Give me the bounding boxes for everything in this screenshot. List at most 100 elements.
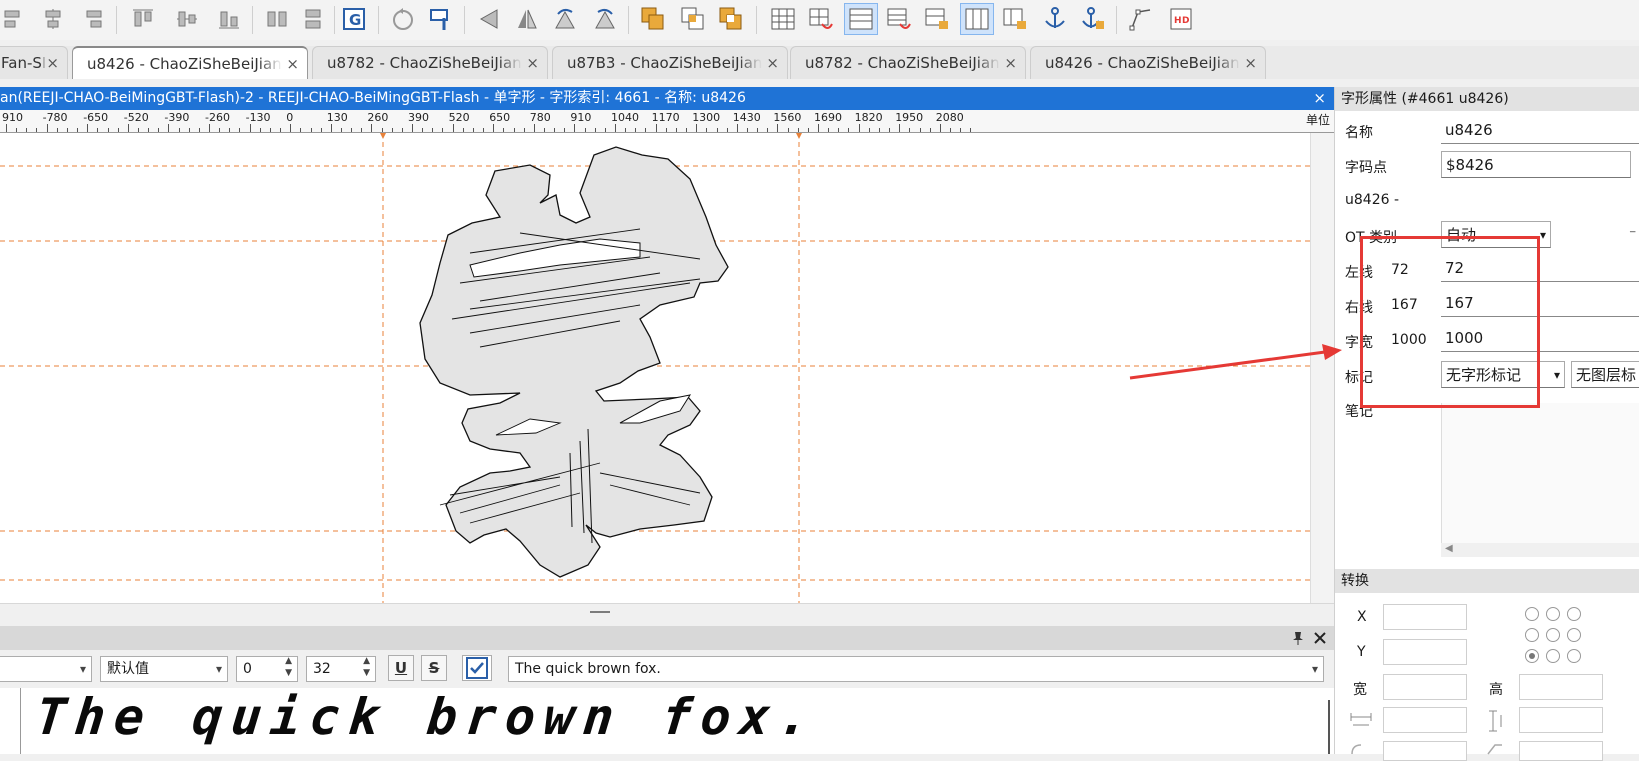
close-icon[interactable]: ×: [46, 54, 59, 72]
anchor-icon[interactable]: [1040, 3, 1070, 35]
ruler-tick: [574, 124, 576, 132]
distribute-horizontal-icon[interactable]: [262, 3, 292, 35]
origin-dot[interactable]: [1567, 628, 1581, 642]
height-input[interactable]: [1519, 674, 1603, 700]
style-select[interactable]: 默认值 ▾: [100, 656, 228, 682]
align-bottom-icon[interactable]: [214, 3, 244, 35]
close-icon[interactable]: ×: [766, 54, 779, 72]
close-icon[interactable]: ×: [286, 55, 299, 73]
subtract-icon[interactable]: [716, 3, 746, 35]
underline-button[interactable]: U: [388, 655, 414, 681]
stepper-arrows-icon[interactable]: ▲ ▼: [285, 657, 292, 679]
grid-horizontal-icon[interactable]: [844, 3, 878, 35]
x-input[interactable]: [1383, 604, 1467, 630]
intersect-icon[interactable]: [678, 3, 708, 35]
strikethrough-button[interactable]: S: [421, 655, 447, 681]
origin-dot[interactable]: [1546, 628, 1560, 642]
left-bearing-marker[interactable]: [380, 133, 386, 139]
right-bearing-field[interactable]: 167: [1441, 290, 1639, 317]
tab-document-2[interactable]: u8426 - ChaoZiSheBeiJianFa ×: [72, 46, 308, 79]
align-left-icon[interactable]: [0, 3, 30, 35]
skew-input[interactable]: [1519, 741, 1603, 761]
grid-lock-icon[interactable]: [922, 3, 952, 35]
origin-dot[interactable]: [1525, 628, 1539, 642]
tab-document-5[interactable]: u8782 - ChaoZiSheBeiJianFa ×: [790, 46, 1026, 79]
align-middle-icon[interactable]: [172, 3, 202, 35]
scale-x-input[interactable]: [1383, 707, 1467, 733]
tab-document-6[interactable]: u8426 - ChaoZiSheBeiJianFa ×: [1030, 46, 1266, 79]
transform-icon[interactable]: [426, 3, 456, 35]
rotate-left-icon[interactable]: [550, 3, 580, 35]
glyph-mark-select[interactable]: 无字形标记 ▾: [1441, 361, 1565, 388]
rotate-right-icon[interactable]: [590, 3, 620, 35]
ruler-tick: [848, 128, 850, 132]
layer-mark-select[interactable]: 无图层标: [1571, 361, 1639, 388]
right-bearing-label: 右线: [1345, 300, 1373, 316]
width-input[interactable]: [1383, 674, 1467, 700]
advance-width-field[interactable]: 1000: [1441, 325, 1639, 352]
name-field[interactable]: u8426: [1441, 117, 1639, 144]
grid-vertical-icon[interactable]: [960, 3, 994, 35]
ruler-tick: [878, 128, 880, 132]
flip-icon[interactable]: [512, 3, 542, 35]
spacing-stepper[interactable]: 0 ▲ ▼: [236, 656, 298, 682]
snap-icon[interactable]: HD: [1166, 3, 1196, 35]
tab-document-4[interactable]: u87B3 - ChaoZiSheBeiJianFa ×: [552, 46, 788, 79]
grid-remove-icon[interactable]: [806, 3, 836, 35]
stepper-arrows-icon[interactable]: ▲ ▼: [363, 657, 370, 679]
preview-scrollbar[interactable]: [1328, 700, 1330, 754]
canvas-scrollbar[interactable]: [1310, 133, 1335, 603]
path-tool-icon[interactable]: [1126, 3, 1156, 35]
grid-remove-horizontal-icon[interactable]: [884, 3, 914, 35]
size-stepper[interactable]: 32 ▲ ▼: [306, 656, 376, 682]
close-icon[interactable]: ×: [1244, 54, 1257, 72]
grid-lock-vertical-icon[interactable]: [1000, 3, 1030, 35]
distribute-vertical-icon[interactable]: [298, 3, 328, 35]
ruler-label: 260: [367, 111, 389, 124]
spacing-value: 0: [243, 661, 252, 677]
grid-icon[interactable]: [768, 3, 798, 35]
ruler-label: 1950: [895, 111, 924, 124]
codepoint-field[interactable]: $8426: [1441, 151, 1631, 178]
tab-document-3[interactable]: u8782 - ChaoZiSheBeiJianFa ×: [312, 46, 548, 79]
ruler-label: 1040: [611, 111, 639, 124]
preview-text-area[interactable]: The quick brown fox.: [0, 688, 1334, 754]
flip-left-icon[interactable]: [474, 3, 504, 35]
close-icon[interactable]: ×: [526, 54, 539, 72]
right-bearing-marker[interactable]: [796, 133, 802, 139]
origin-dot[interactable]: [1525, 607, 1539, 621]
tab-document-1[interactable]: Fan-SI ×: [0, 46, 68, 79]
ot-class-select[interactable]: 自动 ▾: [1441, 221, 1551, 248]
origin-dot-selected[interactable]: [1525, 649, 1539, 663]
rotate-icon[interactable]: [388, 3, 418, 35]
scale-y-input[interactable]: [1519, 707, 1603, 733]
close-icon[interactable]: [1314, 632, 1326, 644]
align-center-icon[interactable]: [38, 3, 68, 35]
ruler-tick: [543, 128, 545, 132]
y-input[interactable]: [1383, 639, 1467, 665]
origin-dot[interactable]: [1546, 607, 1560, 621]
sample-text-select[interactable]: The quick brown fox. ▾: [508, 656, 1324, 682]
close-icon[interactable]: ×: [1004, 54, 1017, 72]
origin-dot[interactable]: [1567, 649, 1581, 663]
glyph-canvas[interactable]: [0, 133, 1310, 603]
grip-icon[interactable]: [590, 609, 610, 615]
glyph-reference-icon[interactable]: G: [340, 3, 370, 35]
notes-scrollbar[interactable]: ◀: [1441, 543, 1639, 557]
glyph-outline[interactable]: [419, 146, 729, 578]
origin-dot[interactable]: [1567, 607, 1581, 621]
union-icon[interactable]: [638, 3, 668, 35]
left-bearing-field[interactable]: 72: [1441, 255, 1639, 282]
origin-dot[interactable]: [1546, 649, 1560, 663]
pin-icon[interactable]: [1292, 631, 1304, 645]
font-select[interactable]: ▾: [0, 656, 92, 682]
rotate-input[interactable]: [1383, 741, 1467, 761]
checkbox-toggle[interactable]: [462, 655, 492, 681]
align-right-icon[interactable]: [76, 3, 106, 35]
splitter[interactable]: [0, 603, 1334, 620]
notes-textarea[interactable]: [1441, 403, 1639, 543]
anchor-lock-icon[interactable]: [1078, 3, 1108, 35]
align-top-icon[interactable]: [128, 3, 158, 35]
close-icon[interactable]: ×: [1313, 87, 1326, 110]
scroll-left-icon[interactable]: ◀: [1445, 543, 1453, 554]
